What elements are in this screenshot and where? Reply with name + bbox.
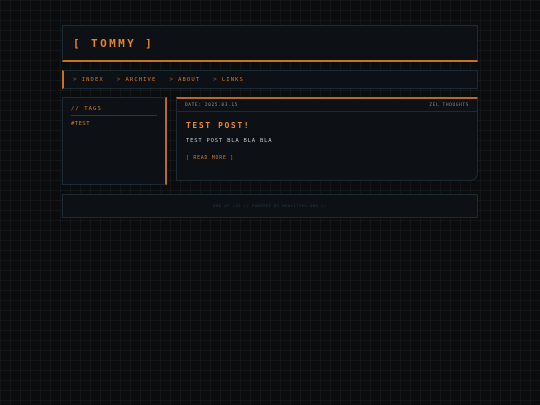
post-card: DATE: 2025.03.15 ZEL THOUGHTS TEST POST!…: [176, 97, 478, 181]
sidebar-title: // TAGS: [71, 106, 157, 116]
site-title[interactable]: [ TOMMY ]: [73, 37, 154, 50]
nav-item-label: INDEX: [81, 76, 104, 83]
nav-bar: > INDEX > ARCHIVE > ABOUT > LINKS: [62, 70, 478, 89]
nav-item-label: ARCHIVE: [125, 76, 157, 83]
read-more-link[interactable]: [ READ MORE ]: [186, 156, 234, 161]
chevron-right-icon: >: [169, 76, 175, 83]
tags-sidebar: // TAGS #TEST: [62, 97, 167, 185]
post-excerpt: TEST POST BLA BLA BLA: [186, 138, 273, 144]
nav-item-about[interactable]: > ABOUT: [169, 76, 200, 83]
footer-text: END OF LOG // POWERED BY NEOCITIES.ORG /…: [213, 204, 327, 208]
post-meta: DATE: 2025.03.15 ZEL THOUGHTS: [177, 99, 477, 112]
page-container: [ TOMMY ] > INDEX > ARCHIVE > ABOUT > LI…: [62, 25, 478, 218]
nav-item-archive[interactable]: > ARCHIVE: [117, 76, 157, 83]
post-category: ZEL THOUGHTS: [429, 102, 469, 108]
chevron-right-icon: >: [116, 76, 122, 83]
nav-item-label: LINKS: [221, 76, 244, 83]
post-title[interactable]: TEST POST!: [186, 121, 477, 130]
post-date: DATE: 2025.03.15: [185, 102, 238, 108]
tag-link-test[interactable]: #TEST: [71, 121, 157, 127]
site-header: [ TOMMY ]: [62, 25, 478, 62]
chevron-right-icon: >: [73, 76, 78, 83]
site-footer: END OF LOG // POWERED BY NEOCITIES.ORG /…: [62, 194, 478, 218]
nav-item-links[interactable]: > LINKS: [213, 76, 244, 83]
chevron-right-icon: >: [213, 76, 218, 83]
content-row: // TAGS #TEST DATE: 2025.03.15 ZEL THOUG…: [62, 97, 478, 185]
nav-item-index[interactable]: > INDEX: [73, 76, 104, 83]
nav-item-label: ABOUT: [178, 76, 201, 83]
